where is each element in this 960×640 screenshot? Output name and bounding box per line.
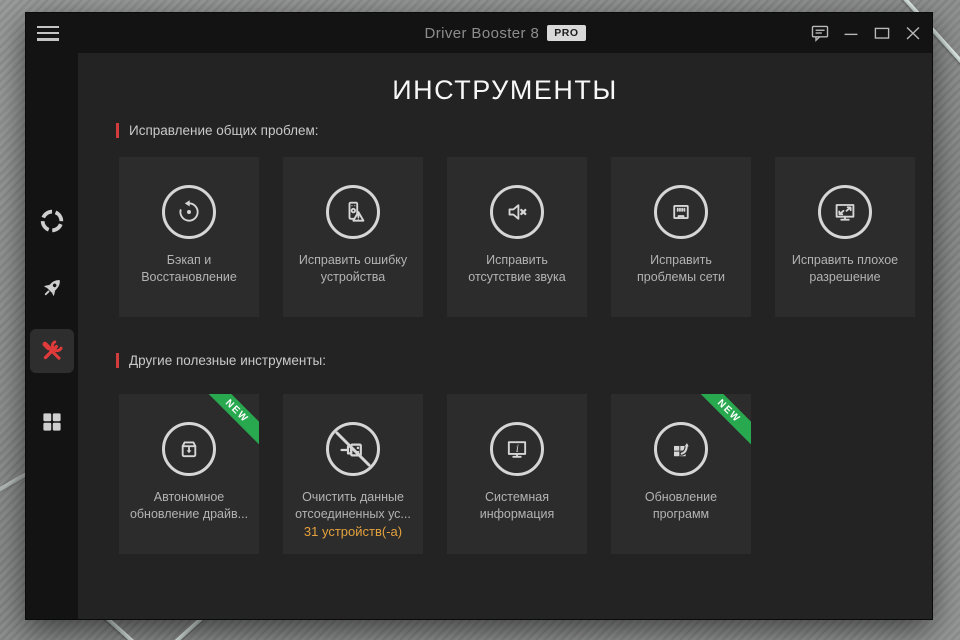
tool-icon-ring	[818, 185, 872, 239]
section-label: Исправление общих проблем:	[129, 123, 319, 138]
card-fix-no-sound[interactable]: Исправить отсутствие звука	[447, 157, 587, 317]
card-label: Исправить отсутствие звука	[447, 252, 587, 285]
card-offline-driver-update[interactable]: Автономное обновление драйв... NEW	[119, 394, 259, 554]
screen-resolution-icon	[831, 198, 859, 226]
card-system-info[interactable]: i Системная информация	[447, 394, 587, 554]
desktop-background: Driver Booster 8 PRO	[0, 0, 960, 640]
software-update-icon	[667, 435, 695, 463]
card-label: Автономное обновление драйв...	[119, 489, 259, 522]
content-area: ИНСТРУМЕНТЫ Исправление общих проблем: Б…	[78, 53, 932, 619]
maximize-button[interactable]	[866, 19, 897, 47]
card-label: Системная информация	[447, 489, 587, 522]
title-bar: Driver Booster 8 PRO	[26, 13, 932, 53]
boost-rocket-icon	[38, 274, 66, 302]
section-heading-other-tools: Другие полезные инструменты:	[116, 351, 932, 369]
card-software-update[interactable]: Обновление программ NEW	[611, 394, 751, 554]
minimize-button[interactable]	[835, 19, 866, 47]
tools-icon	[38, 337, 66, 365]
sidebar-item-tools[interactable]	[30, 329, 74, 373]
sidebar-item-scan[interactable]	[30, 199, 74, 243]
card-label: Обновление программ	[611, 489, 751, 522]
cards-row-common-fixes: Бэкап и Восстановление	[119, 157, 932, 317]
network-port-icon	[667, 198, 695, 226]
svg-text:i: i	[516, 444, 519, 455]
card-label: Бэкап и Восстановление	[119, 252, 259, 285]
page-title: ИНСТРУМЕНТЫ	[78, 75, 932, 105]
no-sound-icon	[503, 198, 531, 226]
minimize-icon	[840, 22, 862, 44]
tool-icon-ring	[162, 422, 216, 476]
action-center-grid-icon	[40, 410, 64, 434]
tool-icon-ring	[654, 185, 708, 239]
app-window: Driver Booster 8 PRO	[25, 12, 933, 620]
feedback-icon	[809, 22, 831, 44]
hamburger-menu-icon	[37, 26, 59, 29]
scan-icon	[38, 207, 66, 235]
tool-icon-ring	[490, 185, 544, 239]
sidebar-item-action-center[interactable]	[30, 400, 74, 444]
device-error-icon	[339, 198, 367, 226]
hamburger-menu-button[interactable]	[37, 22, 65, 46]
card-label: Очистить данные отсоединенных ус...	[283, 489, 423, 522]
tool-icon-ring: i	[490, 422, 544, 476]
red-accent-bar	[116, 353, 119, 368]
offline-driver-update-icon	[175, 435, 203, 463]
section-label: Другие полезные инструменты:	[129, 353, 326, 368]
sidebar-item-boost[interactable]	[30, 266, 74, 310]
app-title: Driver Booster 8	[424, 25, 539, 42]
card-fix-resolution[interactable]: Исправить плохое разрешение	[775, 157, 915, 317]
section-heading-common-fixes: Исправление общих проблем:	[116, 121, 932, 139]
card-label: Исправить проблемы сети	[611, 252, 751, 285]
system-info-icon: i	[503, 435, 531, 463]
card-backup-restore[interactable]: Бэкап и Восстановление	[119, 157, 259, 317]
maximize-icon	[871, 22, 893, 44]
window-controls	[804, 13, 928, 53]
feedback-button[interactable]	[804, 19, 835, 47]
tool-icon-ring	[654, 422, 708, 476]
card-label: Исправить плохое разрешение	[775, 252, 915, 285]
device-count-text: 31 устройств(-а)	[283, 524, 423, 539]
close-icon	[902, 22, 924, 44]
close-button[interactable]	[897, 19, 928, 47]
cards-row-other-tools: Автономное обновление драйв... NEW	[119, 394, 932, 554]
card-label: Исправить ошибку устройства	[283, 252, 423, 285]
card-fix-device-error[interactable]: Исправить ошибку устройства	[283, 157, 423, 317]
tool-icon-ring	[326, 185, 380, 239]
pro-badge: PRO	[547, 25, 585, 41]
card-fix-network[interactable]: Исправить проблемы сети	[611, 157, 751, 317]
tool-icon-ring	[162, 185, 216, 239]
unplugged-devices-icon	[330, 426, 376, 472]
tool-icon-ring	[326, 422, 380, 476]
backup-restore-icon	[175, 198, 203, 226]
card-clean-unplugged-devices[interactable]: Очистить данные отсоединенных ус... 31 у…	[283, 394, 423, 554]
red-accent-bar	[116, 123, 119, 138]
sidebar	[26, 53, 78, 619]
